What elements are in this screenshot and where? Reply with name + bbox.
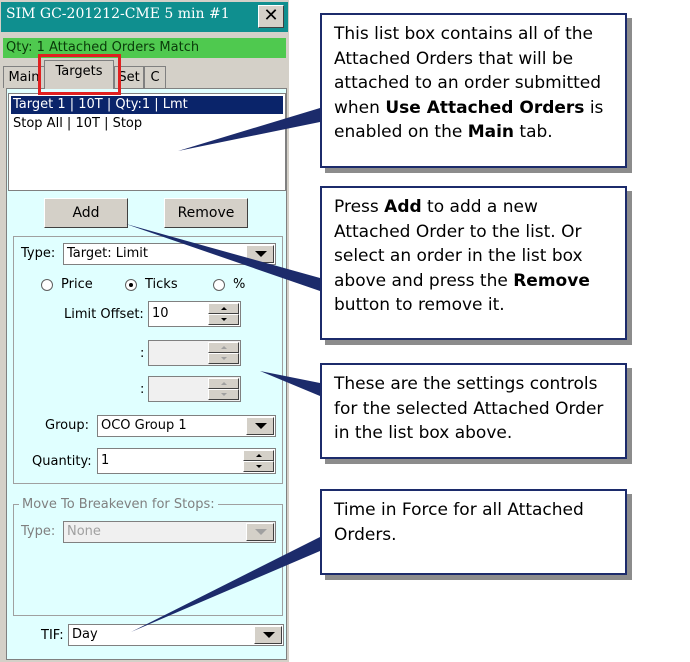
spin-up-icon[interactable] <box>208 303 239 314</box>
remove-button[interactable]: Remove <box>164 198 248 228</box>
type-label: Type: <box>21 246 56 261</box>
breakeven-type-value: None <box>67 524 101 539</box>
spin-down-icon[interactable] <box>208 389 239 400</box>
callout-bold-text: Add <box>384 197 422 217</box>
callout-add-remove: Press Add to add a new Attached Order to… <box>320 186 627 340</box>
callout-text: button to remove it. <box>334 295 505 315</box>
window-title: SIM GC-201212-CME 5 min #1 <box>6 6 230 22</box>
spin-up-icon[interactable] <box>208 342 239 353</box>
tab-highlight-box <box>38 54 121 95</box>
radio-price-label: Price <box>61 277 93 292</box>
blank-field-label: : <box>140 382 145 397</box>
spin-up-icon[interactable] <box>243 450 274 461</box>
quantity-label: Quantity: <box>32 454 92 469</box>
oco-group-select[interactable]: OCO Group 1 <box>97 415 276 437</box>
breakeven-type-label: Type: <box>21 524 56 539</box>
tif-select[interactable]: Day <box>68 624 284 646</box>
quantity-value: 1 <box>101 453 110 468</box>
spin-up-icon[interactable] <box>208 378 239 389</box>
quantity-stepper[interactable]: 1 <box>97 448 276 474</box>
close-button[interactable]: ✕ <box>258 5 284 28</box>
breakeven-group-title: Move To Breakeven for Stops: <box>19 496 218 514</box>
chevron-down-icon[interactable] <box>246 417 274 435</box>
order-type-select[interactable]: Target: Limit <box>63 243 276 265</box>
callout-bold-text: Remove <box>513 270 590 291</box>
attached-orders-list[interactable]: Target 1 | 10T | Qty:1 | Lmt Stop All | … <box>8 93 286 191</box>
callout-bold-text: Main <box>467 122 515 142</box>
spin-down-icon[interactable] <box>208 353 239 364</box>
breakeven-type-select[interactable]: None <box>63 521 276 543</box>
callout-text: Press <box>334 197 385 217</box>
limit-offset-label: Limit Offset: <box>64 307 144 322</box>
radio-percent[interactable] <box>213 279 225 291</box>
callout-bold-text: Use Attached Orders <box>385 97 585 118</box>
callout-text: tab. <box>514 122 553 142</box>
tab-c[interactable]: C <box>144 66 166 88</box>
callout-tif: Time in Force for all Attached Orders. <box>320 489 627 575</box>
tif-value: Day <box>72 627 98 642</box>
radio-percent-label: % <box>233 277 246 292</box>
oco-group-value: OCO Group 1 <box>101 418 187 433</box>
list-item[interactable]: Target 1 | 10T | Qty:1 | Lmt <box>11 96 283 114</box>
group-label: Group: <box>45 418 89 433</box>
tif-label: TIF: <box>41 628 64 643</box>
radio-price[interactable] <box>41 279 53 291</box>
callout-list-box: This list box contains all of the Attach… <box>320 13 627 168</box>
add-button[interactable]: Add <box>44 198 128 228</box>
limit-offset-stepper[interactable]: 10 <box>148 301 241 327</box>
order-type-value: Target: Limit <box>67 246 148 261</box>
disabled-stepper-1[interactable] <box>148 340 241 366</box>
callout-settings: These are the settings controls for the … <box>320 363 627 459</box>
blank-field-label: : <box>140 346 145 361</box>
radio-ticks[interactable] <box>125 279 137 291</box>
chevron-down-icon[interactable] <box>246 523 274 541</box>
list-item[interactable]: Stop All | 10T | Stop <box>11 115 283 133</box>
radio-ticks-label: Ticks <box>145 277 178 292</box>
spin-down-icon[interactable] <box>243 461 274 472</box>
disabled-stepper-2[interactable] <box>148 376 241 402</box>
spin-down-icon[interactable] <box>208 314 239 325</box>
callout-text: Time in Force for all Attached Orders. <box>334 500 584 545</box>
callout-text: These are the settings controls for the … <box>334 374 604 443</box>
chevron-down-icon[interactable] <box>246 245 274 263</box>
chevron-down-icon[interactable] <box>254 626 282 644</box>
limit-offset-value: 10 <box>152 306 169 321</box>
